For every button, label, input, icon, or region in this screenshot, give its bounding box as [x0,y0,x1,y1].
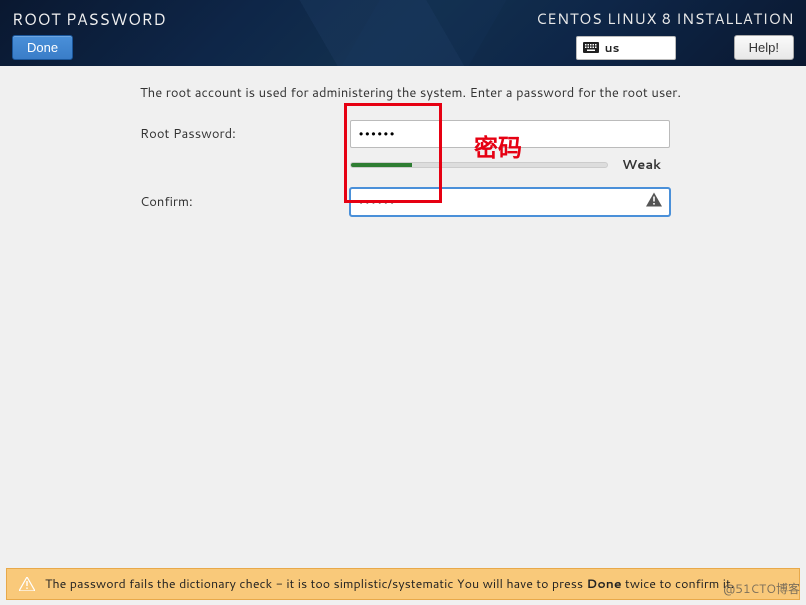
password-strength-row: Weak [350,156,786,174]
confirm-password-input[interactable] [350,188,670,216]
warning-triangle-icon [19,577,35,591]
top-bar: ROOT PASSWORD Done CENTOS LINUX 8 INSTAL… [0,0,806,66]
warning-icon [646,193,662,212]
warning-text-bold: Done [587,575,622,593]
warning-text-prefix: The password fails the dictionary check … [45,575,587,593]
root-password-label: Root Password: [140,125,350,143]
root-password-input[interactable] [350,120,670,148]
top-right: CENTOS LINUX 8 INSTALLATION [536,8,794,58]
content-area: The root account is used for administeri… [0,66,806,242]
warning-text-suffix: twice to confirm it. [622,575,735,593]
help-button[interactable]: Help! [734,35,794,60]
page-title: ROOT PASSWORD [12,8,166,31]
top-left: ROOT PASSWORD Done [12,8,166,58]
keyboard-layout-code: us [605,39,620,56]
keyboard-icon [583,42,599,53]
confirm-label: Confirm: [140,193,350,211]
keyboard-layout-selector[interactable]: us [576,36,676,60]
done-button[interactable]: Done [12,35,73,60]
installer-title: CENTOS LINUX 8 INSTALLATION [536,8,794,29]
password-strength-label: Weak [622,156,661,174]
instruction-text: The root account is used for administeri… [140,84,786,102]
password-strength-fill [351,163,412,167]
warning-text: The password fails the dictionary check … [45,575,734,593]
root-password-row: Root Password: [140,120,786,148]
confirm-row: Confirm: [140,188,786,216]
password-strength-bar [350,162,608,168]
warning-bar: The password fails the dictionary check … [6,568,800,600]
